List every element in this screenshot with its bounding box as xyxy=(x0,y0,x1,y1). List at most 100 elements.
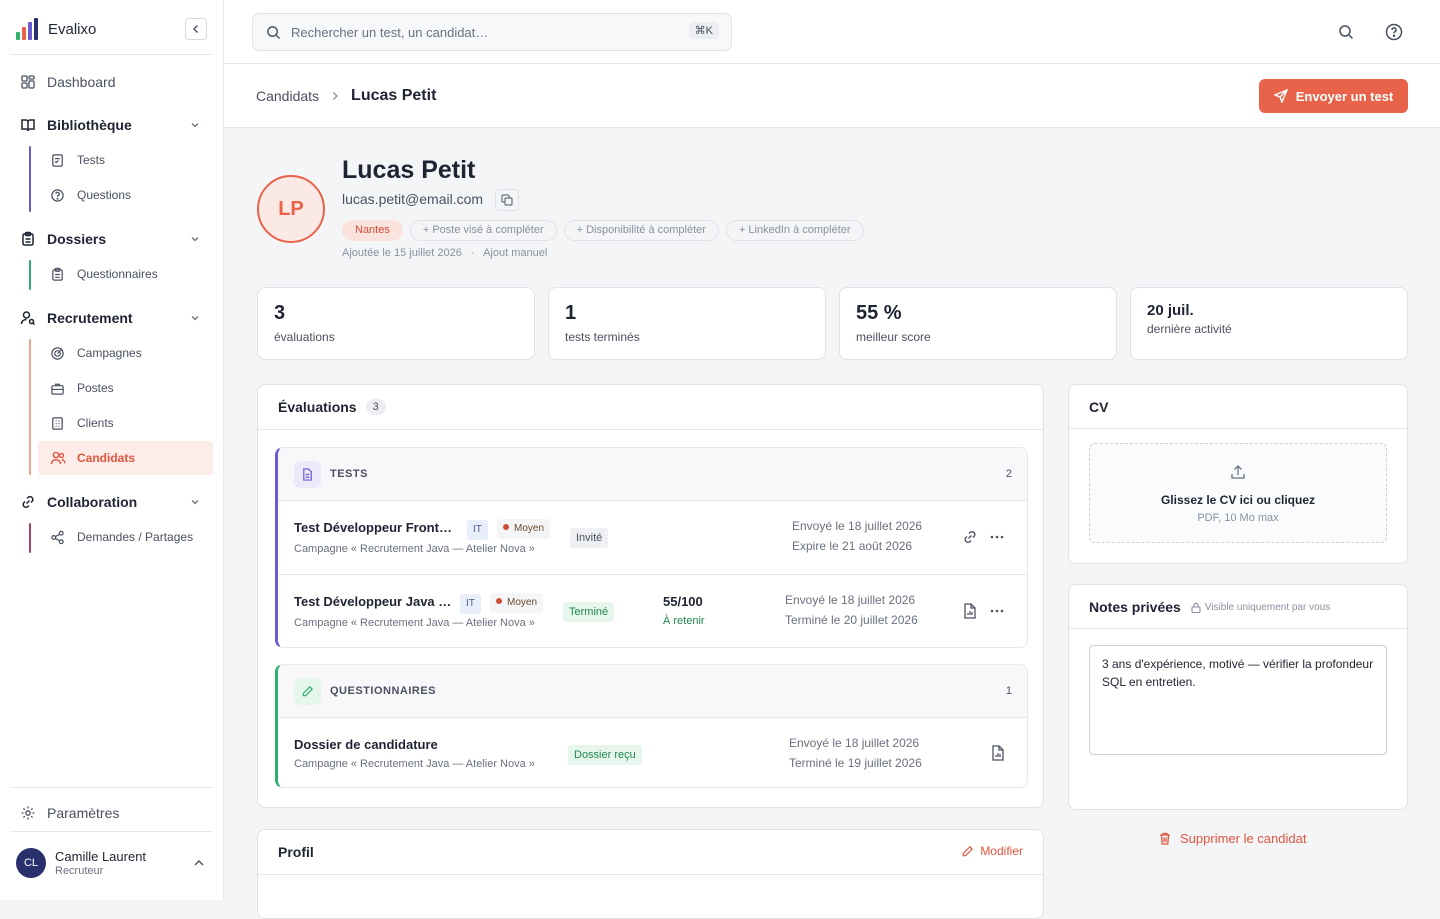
nav-group-recruitment[interactable]: Recrutement xyxy=(10,301,213,335)
link-icon xyxy=(22,495,34,509)
sidebar-item-tests[interactable]: Tests xyxy=(38,143,213,177)
candidate-avatar: LP xyxy=(257,175,325,243)
brand[interactable]: Evalixo xyxy=(16,18,96,40)
upload-icon xyxy=(1231,465,1245,479)
sidebar-item-label: Campagnes xyxy=(77,346,142,360)
cv-dropzone[interactable]: Glissez le CV ici ou cliquez PDF, 10 Mo … xyxy=(1089,443,1387,543)
sidebar-item-requests-shares[interactable]: Demandes / Partages xyxy=(38,520,213,554)
copy-email-button[interactable] xyxy=(495,189,519,211)
book-icon xyxy=(21,119,35,132)
sidebar-item-campaigns[interactable]: Campagnes xyxy=(38,336,213,370)
row-dates: Envoyé le 18 juillet 2026 Expire le 21 a… xyxy=(792,516,922,556)
stat-card-best-score: 55 % meilleur score xyxy=(839,287,1117,360)
evaluations-title: Évaluations xyxy=(278,399,357,415)
user-role: Recruteur xyxy=(55,865,104,877)
nav-group-folders[interactable]: Dossiers xyxy=(10,222,213,256)
profile-card: Profil Modifier xyxy=(257,829,1044,919)
sidebar-item-questions[interactable]: Questions xyxy=(38,178,213,212)
table-row[interactable]: Test Développeur Java … Campagne « Recru… xyxy=(278,575,1027,647)
score-value: 55/100 xyxy=(663,594,703,609)
row-campaign: Campagne « Recrutement Java — Atelier No… xyxy=(294,758,535,770)
sidebar-item-questionnaires[interactable]: Questionnaires xyxy=(38,257,213,291)
collapse-sidebar-button[interactable] xyxy=(185,18,207,40)
delete-candidate-button[interactable]: Supprimer le candidat xyxy=(1159,831,1306,846)
library-group-line xyxy=(29,146,31,212)
cv-drop-hint: PDF, 10 Mo max xyxy=(1197,512,1279,524)
nav-settings-label: Paramètres xyxy=(47,805,120,821)
add-linkedin-chip[interactable]: + LinkedIn à compléter xyxy=(725,220,864,241)
sidebar-item-label: Tests xyxy=(77,153,106,167)
tests-section: TESTS 2 Test Développeur Front… Campagne… xyxy=(275,447,1028,648)
sidebar-item-positions[interactable]: Postes xyxy=(38,371,213,405)
questionnaires-section-label: QUESTIONNAIRES xyxy=(330,685,437,697)
send-test-label: Envoyer un test xyxy=(1295,88,1394,104)
breadcrumb: Candidats Lucas Petit xyxy=(256,87,436,105)
briefcase-icon xyxy=(51,383,64,395)
row-title[interactable]: Dossier de candidature xyxy=(294,737,438,752)
divider xyxy=(258,429,1043,430)
divider xyxy=(1069,428,1407,429)
send-test-button[interactable]: Envoyer un test xyxy=(1259,79,1408,113)
add-position-chip[interactable]: + Poste visé à compléter xyxy=(409,220,557,241)
sidebar-item-clients[interactable]: Clients xyxy=(38,406,213,440)
search-input[interactable]: Rechercher un test, un candidat… xyxy=(291,25,488,40)
cv-drop-label: Glissez le CV ici ou cliquez xyxy=(1160,493,1316,507)
sidebar-item-label: Questionnaires xyxy=(77,267,158,281)
notes-textarea[interactable]: 3 ans d'expérience, motivé — vérifier la… xyxy=(1089,645,1387,755)
link-icon[interactable] xyxy=(962,529,978,545)
stat-label: meilleur score xyxy=(856,330,931,344)
more-icon[interactable] xyxy=(990,535,1004,539)
stat-card-evaluations: 3 évaluations xyxy=(257,287,535,360)
row-title[interactable]: Test Développeur Java … xyxy=(294,594,451,609)
questionnaires-section-icon xyxy=(294,678,321,705)
candidate-source: Ajout manuel xyxy=(483,247,548,259)
divider xyxy=(258,874,1043,875)
lock-icon xyxy=(1191,602,1201,613)
avatar: CL xyxy=(16,848,46,878)
profile-title: Profil xyxy=(278,844,314,860)
nav-group-label: Dossiers xyxy=(47,231,107,247)
stat-card-last-activity: 20 juil. dernière activité xyxy=(1130,287,1408,360)
row-title[interactable]: Test Développeur Front… xyxy=(294,520,452,535)
nav-settings[interactable]: Paramètres xyxy=(10,796,213,830)
search-box[interactable]: Rechercher un test, un candidat… ⌘K xyxy=(252,13,732,51)
stat-label: évaluations xyxy=(274,330,335,344)
row-campaign: Campagne « Recrutement Java — Atelier No… xyxy=(294,543,535,555)
sidebar-item-label: Demandes / Partages xyxy=(77,530,194,544)
table-row[interactable]: Dossier de candidature Campagne « Recrut… xyxy=(278,718,1027,787)
sidebar-item-candidates[interactable]: Candidats xyxy=(38,441,213,475)
divider xyxy=(10,831,213,832)
candidate-meta: Ajoutée le 15 juillet 2026 · Ajout manue… xyxy=(342,247,548,259)
divider xyxy=(1069,628,1407,629)
grid-icon xyxy=(21,75,35,89)
report-icon[interactable] xyxy=(991,745,1005,761)
more-icon[interactable] xyxy=(990,609,1004,613)
completed-date: Terminé le 19 juillet 2026 xyxy=(789,756,922,770)
document-icon xyxy=(303,468,312,481)
chevron-up-icon[interactable] xyxy=(193,858,205,868)
divider xyxy=(10,54,213,55)
user-menu[interactable]: CL Camille Laurent Recruteur xyxy=(16,848,146,878)
chevron-down-icon xyxy=(191,500,199,505)
search-icon[interactable] xyxy=(1338,24,1354,40)
page-header: Candidats Lucas Petit Envoyer un test xyxy=(224,64,1440,128)
add-availability-chip[interactable]: + Disponibilité à compléter xyxy=(563,220,719,241)
sent-date: Envoyé le 18 juillet 2026 xyxy=(789,736,920,750)
nav-group-collaboration[interactable]: Collaboration xyxy=(10,485,213,519)
row-dates: Envoyé le 18 juillet 2026 Terminé le 20 … xyxy=(785,590,918,630)
chevron-down-icon xyxy=(191,123,199,128)
breadcrumb-parent[interactable]: Candidats xyxy=(256,88,319,104)
candidate-email: lucas.petit@email.com xyxy=(342,191,484,207)
nav-group-library[interactable]: Bibliothèque xyxy=(10,108,213,142)
topbar: Rechercher un test, un candidat… ⌘K xyxy=(224,0,1440,64)
help-icon[interactable] xyxy=(1385,23,1403,41)
nav-group-label: Bibliothèque xyxy=(47,117,132,133)
sidebar-item-label: Questions xyxy=(77,188,132,202)
location-chip[interactable]: Nantes xyxy=(342,220,403,241)
status-badge: Dossier reçu xyxy=(568,745,642,765)
table-row[interactable]: Test Développeur Front… Campagne « Recru… xyxy=(278,501,1027,575)
nav-dashboard[interactable]: Dashboard xyxy=(10,65,213,99)
report-icon[interactable] xyxy=(963,603,977,619)
sidebar-item-label: Candidats xyxy=(77,451,136,465)
edit-profile-button[interactable]: Modifier xyxy=(961,844,1023,858)
